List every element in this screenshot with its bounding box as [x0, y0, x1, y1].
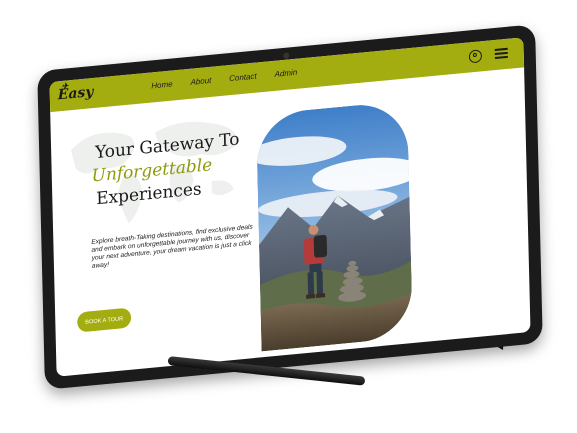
brand-logo[interactable]: ✈ Easy: [58, 80, 94, 103]
book-tour-button[interactable]: BOOK A TOUR: [77, 307, 132, 333]
hero-image: [255, 100, 413, 352]
plane-icon: ✈: [61, 80, 69, 91]
top-navbar: ✈ Easy Home About Contact Admin: [49, 37, 525, 113]
mountain-hiker-photo: [255, 100, 413, 352]
menu-icon[interactable]: [494, 47, 508, 60]
nav-link-about[interactable]: About: [190, 76, 211, 87]
tablet-screen: ✈ Easy Home About Contact Admin Your Gat…: [49, 37, 531, 377]
tablet-bezel: ✈ Easy Home About Contact Admin Your Gat…: [37, 24, 543, 390]
hero-headline: Your Gateway To Unforgettable Experience…: [91, 128, 241, 211]
nav-link-home[interactable]: Home: [151, 79, 172, 90]
user-icon[interactable]: [468, 49, 483, 64]
nav-link-contact[interactable]: Contact: [229, 72, 257, 84]
camera-icon: [283, 52, 290, 59]
tablet-device: ✈ Easy Home About Contact Admin Your Gat…: [37, 24, 543, 390]
nav-link-admin[interactable]: Admin: [275, 68, 298, 79]
nav-links: Home About Contact Admin: [151, 66, 315, 91]
